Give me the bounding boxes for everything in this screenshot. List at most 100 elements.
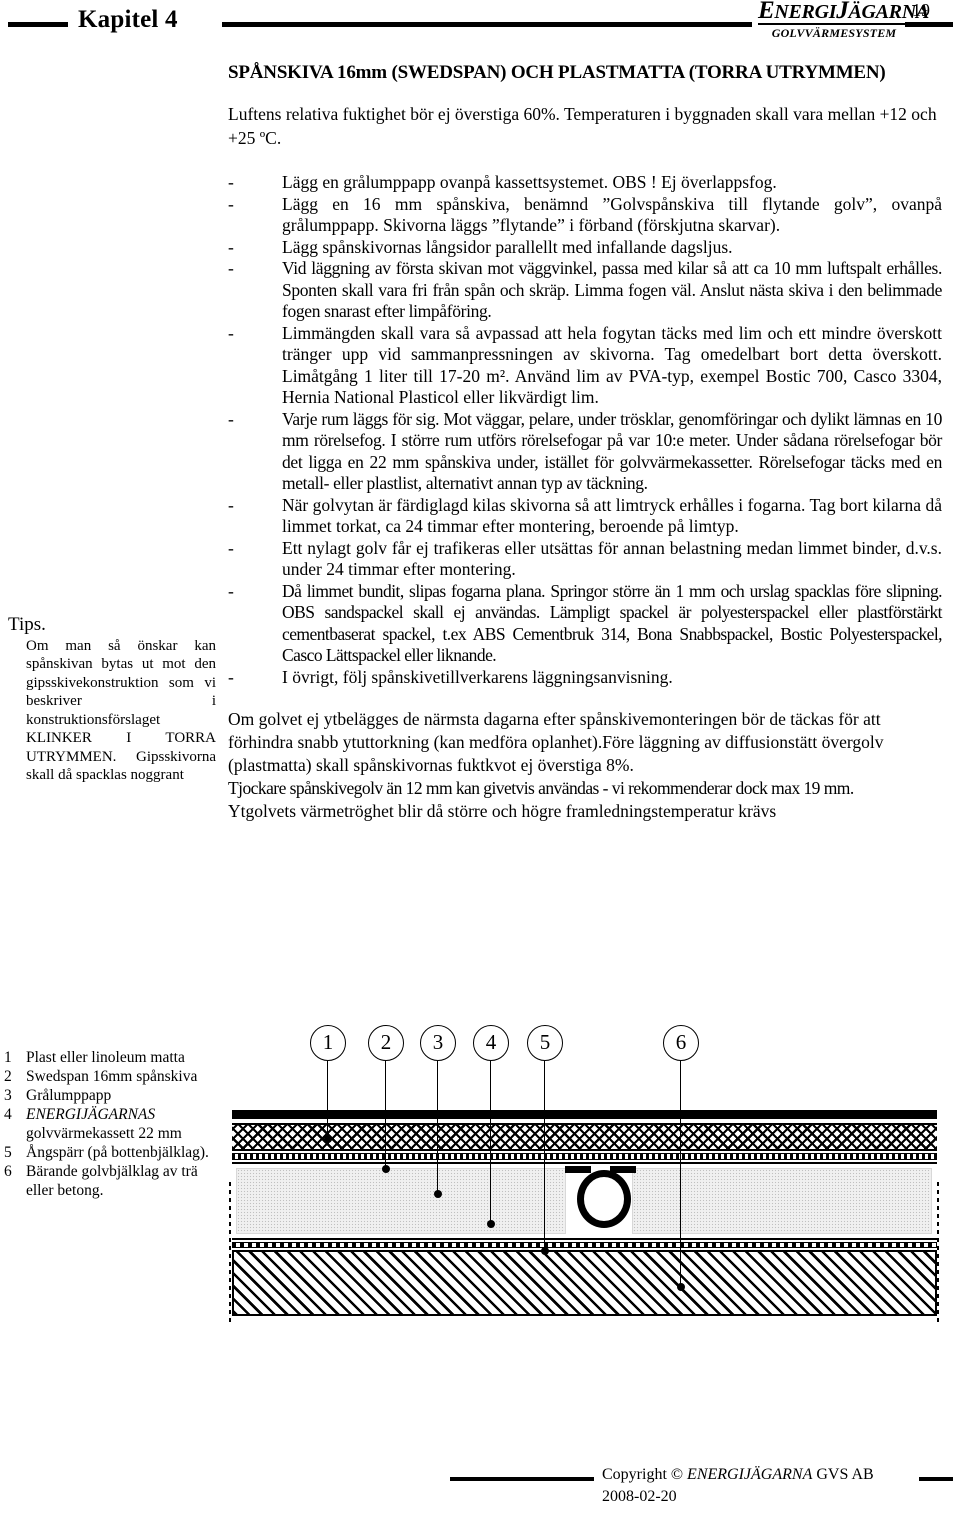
logo-initial-e: E bbox=[758, 0, 775, 24]
list-item: - I övrigt, följ spånskivetillverkarens … bbox=[228, 667, 942, 689]
legend-label: Bärande golvbjälklag av trä bbox=[26, 1163, 198, 1180]
right-edge-break-line bbox=[937, 1182, 939, 1322]
list-item-text: Lägg en 16 mm spånskiva, benämnd ”Golvsp… bbox=[282, 193, 942, 236]
callout-leader-6 bbox=[680, 1061, 682, 1287]
left-edge-break-line bbox=[229, 1182, 231, 1322]
copyright-prefix: Copyright © bbox=[602, 1466, 688, 1483]
legend-label: Grålumppapp bbox=[26, 1087, 112, 1104]
closing-paragraph: Om golvet ej ytbelägges de närmsta dagar… bbox=[228, 709, 884, 775]
list-item-text: Ett nylagt golv får ej trafikeras eller … bbox=[282, 537, 942, 580]
header-rule-middle bbox=[222, 22, 752, 27]
copyright-notice: Copyright © ENERGIJÄGARNA GVS AB 2008-02… bbox=[602, 1464, 902, 1508]
cassette-panel-right bbox=[632, 1168, 932, 1234]
page-number: 19 bbox=[912, 0, 930, 20]
logo-wordmark: ENERGIJÄGARNA bbox=[758, 0, 929, 25]
structural-floor-layer bbox=[232, 1250, 937, 1316]
bullet-marker: - bbox=[228, 258, 234, 278]
copyright-brand: ENERGIJÄGARNA bbox=[687, 1466, 813, 1483]
diagram-legend: 1 Plast eller linoleum matta 2 Swedspan … bbox=[4, 1048, 219, 1200]
list-item: - Lägg spånskivornas långsidor parallell… bbox=[228, 237, 942, 259]
bullet-marker: - bbox=[228, 408, 234, 429]
bullet-marker: - bbox=[228, 236, 234, 257]
legend-item: 3 Grålumppapp bbox=[4, 1086, 219, 1105]
legend-number: 1 bbox=[4, 1049, 12, 1066]
list-item: - Lägg en 16 mm spånskiva, benämnd ”Golv… bbox=[228, 194, 942, 237]
legend-item: 4 ENERGIJÄGARNAS bbox=[4, 1105, 219, 1124]
footer-rule-left bbox=[450, 1477, 594, 1481]
legend-item: 5 Ångspärr (på bottenbjälklag). bbox=[4, 1143, 219, 1162]
callout-dot-1 bbox=[324, 1135, 332, 1143]
legend-number: 4 bbox=[4, 1106, 12, 1123]
callout-marker-6: 6 bbox=[663, 1025, 699, 1061]
list-item: - Ett nylagt golv får ej trafikeras elle… bbox=[228, 538, 942, 581]
list-item: - Vid läggning av första skivan mot vägg… bbox=[228, 258, 942, 323]
footer-rule-right bbox=[919, 1477, 953, 1481]
legend-label: Ångspärr (på bottenbjälklag). bbox=[26, 1144, 209, 1161]
callout-leader-1 bbox=[327, 1061, 329, 1139]
section-title: SPÅNSKIVA 16mm (SWEDSPAN) OCH PLASTMATTA… bbox=[228, 62, 886, 83]
callout-marker-1: 1 bbox=[310, 1025, 346, 1061]
legend-label-brand: ENERGIJÄGARNAS bbox=[26, 1106, 156, 1123]
list-item-text: Varje rum läggs för sig. Mot väggar, pel… bbox=[282, 408, 942, 494]
legend-number: 5 bbox=[4, 1144, 12, 1161]
page-header: Kapitel 4 ENERGIJÄGARNA GOLVVÄRMESYSTEM … bbox=[0, 0, 960, 48]
chapter-title: Kapitel 4 bbox=[78, 6, 178, 33]
tips-sidebar: Tips. Om man så önskar kan spånskivan by… bbox=[8, 614, 216, 785]
list-item: - Lägg en grålumppapp ovanpå kassettsyst… bbox=[228, 172, 942, 194]
callout-leader-5 bbox=[544, 1061, 546, 1251]
grey-felt-paper-layer bbox=[232, 1153, 937, 1160]
callout-leader-4 bbox=[490, 1061, 492, 1224]
list-item: - Då limmet bundit, slipas fogarna plana… bbox=[228, 580, 943, 667]
tips-heading: Tips. bbox=[8, 614, 46, 635]
callout-marker-2: 2 bbox=[368, 1025, 404, 1061]
list-item-text: I övrigt, följ spånskivetillverkarens lä… bbox=[282, 666, 673, 687]
bullet-marker: - bbox=[228, 580, 234, 601]
instruction-list: - Lägg en grålumppapp ovanpå kassettsyst… bbox=[228, 172, 943, 689]
callout-leader-2 bbox=[385, 1061, 387, 1169]
bullet-marker: - bbox=[228, 172, 234, 192]
header-rule-left bbox=[8, 22, 68, 27]
logo-energi: NERGI bbox=[774, 1, 837, 23]
bullet-marker: - bbox=[228, 322, 234, 343]
legend-item: 2 Swedspan 16mm spånskiva bbox=[4, 1067, 219, 1086]
list-item-text: Då limmet bundit, slipas fogarna plana. … bbox=[282, 580, 943, 666]
legend-number: 2 bbox=[4, 1068, 12, 1085]
list-item: - Varje rum läggs för sig. Mot väggar, p… bbox=[228, 409, 942, 495]
callout-leader-3 bbox=[437, 1061, 439, 1194]
energijagarna-logo: ENERGIJÄGARNA GOLVVÄRMESYSTEM bbox=[758, 0, 929, 41]
tips-body: Om man så önskar kan spånskivan bytas ut… bbox=[26, 637, 216, 784]
cassette-panel-left bbox=[236, 1168, 566, 1234]
legend-item: 1 Plast eller linoleum matta bbox=[4, 1048, 219, 1067]
bullet-marker: - bbox=[228, 193, 234, 214]
legend-label: Plast eller linoleum matta bbox=[26, 1049, 185, 1066]
callout-dot-5 bbox=[541, 1247, 549, 1255]
callout-dot-3 bbox=[434, 1190, 442, 1198]
closing-paragraph: Ytgolvets värmetröghet blir då större oc… bbox=[228, 801, 777, 821]
bullet-marker: - bbox=[228, 666, 234, 687]
callout-dot-4 bbox=[487, 1220, 495, 1228]
intro-paragraph: Luftens relativa fuktighet bör ej överst… bbox=[228, 104, 937, 148]
legend-label: Swedspan 16mm spånskiva bbox=[26, 1068, 198, 1085]
legend-item: 6 Bärande golvbjälklag av trä bbox=[4, 1162, 219, 1181]
logo-tagline: GOLVVÄRMESYSTEM bbox=[771, 26, 897, 40]
vapour-barrier-layer bbox=[232, 1242, 937, 1248]
list-item-text: Lägg spånskivornas långsidor parallellt … bbox=[282, 236, 733, 257]
list-item: - När golvytan är färdiglagd kilas skivo… bbox=[228, 495, 942, 538]
plastic-or-linoleum-mat-layer bbox=[232, 1110, 937, 1119]
callout-dot-2 bbox=[382, 1165, 390, 1173]
heating-pipe bbox=[577, 1170, 631, 1228]
floor-cross-section-diagram: 1 2 3 4 5 6 bbox=[229, 1025, 944, 1322]
bullet-marker: - bbox=[228, 494, 234, 515]
logo-initial-j: J bbox=[836, 0, 849, 24]
callout-marker-5: 5 bbox=[527, 1025, 563, 1061]
list-item-text: Limmängden skall vara så avpassad att he… bbox=[282, 322, 942, 408]
header-rule-right bbox=[905, 22, 953, 27]
list-item-text: Lägg en grålumppapp ovanpå kassettsystem… bbox=[282, 172, 777, 192]
legend-number: 3 bbox=[4, 1087, 12, 1104]
legend-label-continued: golvvärmekassett 22 mm bbox=[26, 1125, 182, 1142]
main-content: SPÅNSKIVA 16mm (SWEDSPAN) OCH PLASTMATTA… bbox=[228, 62, 943, 823]
callout-marker-4: 4 bbox=[473, 1025, 509, 1061]
closing-paragraph: Tjockare spånskivegolv än 12 mm kan give… bbox=[228, 778, 854, 798]
bullet-marker: - bbox=[228, 537, 234, 558]
list-item-text: Vid läggning av första skivan mot väggvi… bbox=[282, 258, 942, 321]
